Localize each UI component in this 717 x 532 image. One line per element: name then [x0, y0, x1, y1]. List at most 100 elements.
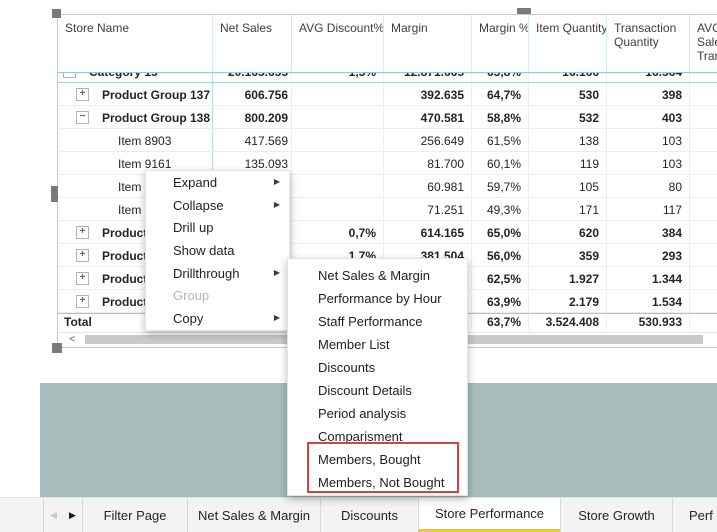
column-header-avg-discount[interactable]: AVG Discount%	[291, 15, 383, 72]
cell-text: 1,5%	[349, 73, 376, 79]
menu-item-label: Show data	[173, 243, 234, 258]
cell-text: 63,7%	[487, 315, 521, 329]
cell-value	[689, 267, 717, 290]
matrix-row-product-group-138[interactable]: −Product Group 138800.209470.58158,8%532…	[58, 106, 717, 129]
cell-text: 606.756	[245, 88, 288, 102]
tab-label: Perf	[689, 508, 713, 523]
cell-value	[689, 314, 717, 330]
menu-item-drill-up[interactable]: Drill up	[146, 216, 289, 239]
expand-toggle-icon[interactable]: +	[76, 88, 89, 101]
cell-value: 60,1%	[471, 152, 528, 175]
cell-value: 59,7%	[471, 175, 528, 198]
resize-handle-top-middle[interactable]	[517, 8, 531, 14]
expand-toggle-icon[interactable]: +	[76, 249, 89, 262]
tab-store-performance[interactable]: Store Performance	[418, 498, 560, 532]
row-label-cell: +Product Group 137	[58, 83, 212, 106]
cell-text: 398	[662, 88, 682, 102]
column-header-label: AVG Net Sales per Transaction	[697, 21, 717, 63]
cell-value: 65,0%	[471, 221, 528, 244]
column-header-item-quantity[interactable]: Item Quantity	[528, 15, 606, 72]
cell-value	[291, 106, 383, 129]
expand-toggle-icon[interactable]: +	[76, 226, 89, 239]
tab-perf[interactable]: Perf	[672, 498, 717, 532]
cell-value: 119	[528, 152, 606, 175]
expand-toggle-icon[interactable]: +	[76, 272, 89, 285]
collapse-toggle-icon[interactable]: −	[76, 111, 89, 124]
drillthrough-item-member-list[interactable]: Member List	[288, 333, 467, 356]
tab-net-sales-margin[interactable]: Net Sales & Margin	[187, 498, 320, 532]
cell-value: 65,8%	[471, 73, 528, 83]
tab-discounts[interactable]: Discounts	[320, 498, 418, 532]
column-header-label: Store Name	[65, 21, 129, 35]
menu-item-expand[interactable]: Expand▶	[146, 171, 289, 194]
row-label: Item	[118, 203, 141, 217]
cell-value	[689, 198, 717, 221]
column-header-transaction-quantity[interactable]: Transaction Quantity	[606, 15, 689, 72]
cell-text: 103	[662, 157, 682, 171]
drillthrough-item-discount-details[interactable]: Discount Details	[288, 379, 467, 402]
row-label: Item 8903	[118, 134, 171, 148]
tab-label: Filter Page	[104, 508, 167, 523]
cell-text: 49,3%	[487, 203, 521, 217]
drillthrough-item-staff-performance[interactable]: Staff Performance	[288, 310, 467, 333]
matrix-row-item-8903[interactable]: Item 8903417.569256.64961,5%138103	[58, 129, 717, 152]
cell-value: 1,5%	[291, 73, 383, 83]
matrix-row-category-15[interactable]: −Category 1520.165.6551,5%12.871.66565,8…	[58, 73, 717, 83]
cell-text: 532	[579, 111, 599, 125]
resize-handle-left-middle[interactable]	[51, 186, 58, 202]
resize-handle-top-left[interactable]	[52, 9, 61, 18]
cell-value: 103	[606, 129, 689, 152]
previous-page-icon[interactable]: ◀	[50, 510, 57, 521]
menu-item-copy[interactable]: Copy▶	[146, 307, 289, 330]
tab-bar-spacer	[0, 498, 43, 532]
drillthrough-item-period-analysis[interactable]: Period analysis	[288, 402, 467, 425]
cell-value: 392.635	[383, 83, 471, 106]
column-header-label: Margin	[391, 21, 428, 35]
row-label-cell: −Category 15	[58, 73, 212, 83]
drillthrough-item-label: Net Sales & Margin	[318, 268, 430, 283]
next-page-icon[interactable]: ▶	[69, 510, 76, 521]
expand-toggle-icon[interactable]: +	[76, 295, 89, 308]
scroll-left-icon[interactable]: <	[62, 333, 82, 346]
cell-value: 103	[606, 152, 689, 175]
submenu-arrow-icon: ▶	[274, 313, 280, 322]
matrix-row-product-group-137[interactable]: +Product Group 137606.756392.63564,7%530…	[58, 83, 717, 106]
column-header-store-name[interactable]: Store Name	[58, 15, 212, 72]
cell-value	[689, 106, 717, 129]
cell-text: 1.344	[652, 272, 682, 286]
tab-store-growth[interactable]: Store Growth	[560, 498, 672, 532]
menu-item-show-data[interactable]: Show data	[146, 239, 289, 262]
cell-value	[689, 175, 717, 198]
cell-value	[291, 129, 383, 152]
drillthrough-item-net-sales-margin[interactable]: Net Sales & Margin	[288, 264, 467, 287]
cell-value	[689, 221, 717, 244]
column-header-label: Margin %	[479, 21, 528, 35]
menu-item-label: Collapse	[173, 198, 224, 213]
column-header-margin[interactable]: Margin %	[471, 15, 528, 72]
cell-value	[291, 83, 383, 106]
cell-value: 1.534	[606, 290, 689, 313]
menu-item-drillthrough[interactable]: Drillthrough▶	[146, 262, 289, 285]
tab-filter-page[interactable]: Filter Page	[82, 498, 187, 532]
cell-value: 606.756	[212, 83, 291, 106]
matrix-header-row: Store Name Net SalesAVG Discount% Margin Ma…	[58, 15, 717, 73]
column-header-avg-net-sales-per-transaction[interactable]: AVG Net Sales per Transaction	[689, 15, 717, 72]
cell-value: 81.700	[383, 152, 471, 175]
column-header-net-sales[interactable]: Net Sales	[212, 15, 291, 72]
cell-text: 1.927	[569, 272, 599, 286]
cell-text: 117	[663, 203, 682, 217]
menu-item-collapse[interactable]: Collapse▶	[146, 194, 289, 217]
drillthrough-item-label: Discounts	[318, 360, 375, 375]
cell-value: 60.981	[383, 175, 471, 198]
drillthrough-item-label: Discount Details	[318, 383, 412, 398]
cell-text: 80	[669, 180, 682, 194]
row-label: Item 9161	[118, 157, 171, 171]
cell-text: 65,8%	[487, 73, 521, 79]
drillthrough-item-performance-by-hour[interactable]: Performance by Hour	[288, 287, 467, 310]
cell-value	[689, 129, 717, 152]
resize-handle-bottom-left[interactable]	[52, 343, 62, 353]
drillthrough-item-discounts[interactable]: Discounts	[288, 356, 467, 379]
collapse-toggle-icon[interactable]: −	[63, 73, 76, 78]
cell-value: 20.165.655	[212, 73, 291, 83]
column-header-margin[interactable]: Margin	[383, 15, 471, 72]
